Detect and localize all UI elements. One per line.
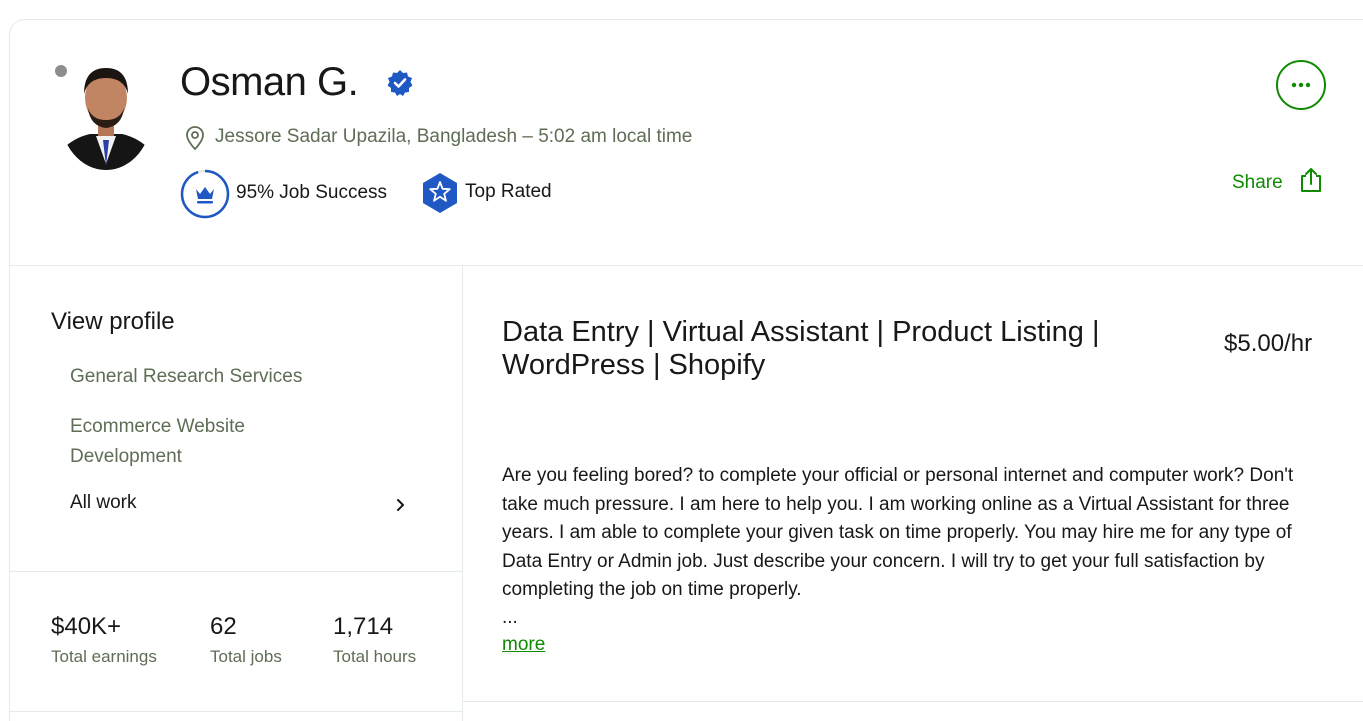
avatar-photo (60, 60, 152, 170)
view-profile-heading: View profile (51, 308, 175, 335)
sidebar-divider-bottom (10, 711, 462, 712)
avatar (54, 60, 152, 170)
description-ellipsis: ... (502, 607, 518, 628)
location-time: Jessore Sadar Upazila, Bangladesh – 5:02… (215, 126, 693, 147)
freelancer-name: Osman G. (180, 60, 359, 104)
profile-title: Data Entry | Virtual Assistant | Product… (502, 316, 1100, 381)
chevron-right-icon[interactable] (392, 494, 410, 516)
top-rated-badge: Top Rated (465, 181, 552, 202)
sidebar-item-all-work[interactable]: All work (70, 492, 137, 514)
star-badge-icon (423, 173, 457, 213)
total-jobs-value: 62 (210, 613, 237, 640)
sidebar-divider (10, 571, 462, 572)
verified-check-icon (387, 70, 413, 96)
more-options-button[interactable] (1276, 60, 1326, 110)
share-button[interactable]: Share (1232, 172, 1283, 194)
total-hours-value: 1,714 (333, 613, 394, 640)
sidebar-item-general-research[interactable]: General Research Services (70, 362, 302, 392)
online-status-dot (54, 64, 68, 78)
location-pin-icon (186, 126, 204, 151)
hourly-rate: $5.00/hr (1224, 330, 1313, 357)
crown-icon (180, 169, 230, 219)
header-divider (10, 265, 1363, 266)
total-hours-label: Total hours (333, 647, 417, 666)
sidebar-item-ecommerce[interactable]: Ecommerce Website Development (70, 412, 330, 472)
profile-description: Are you feeling bored? to complete your … (502, 465, 1294, 601)
ellipsis-icon (1291, 82, 1311, 88)
total-earnings-value: $40K+ (51, 613, 122, 640)
column-divider (462, 266, 463, 721)
main-divider-bottom (463, 701, 1363, 702)
share-icon[interactable] (1297, 166, 1325, 194)
job-success-score: 95% Job Success (236, 182, 388, 203)
total-earnings-label: Total earnings (51, 647, 157, 666)
total-jobs-label: Total jobs (210, 647, 282, 666)
more-link[interactable]: more (502, 634, 545, 656)
